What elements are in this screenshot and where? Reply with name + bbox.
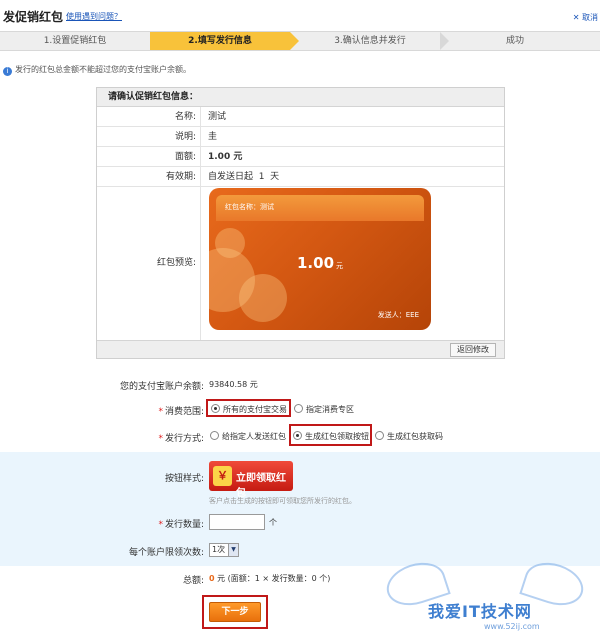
total-detail: 元 (面额：1 × 发行数量：0 个) (217, 574, 331, 583)
qty-unit: 个 (269, 518, 277, 527)
radio-icon (293, 431, 302, 440)
limit-value: 1次 (212, 545, 226, 554)
scope-option-special[interactable]: 指定消费专区 (294, 404, 354, 415)
notice-text: 发行的红包总金额不能超过您的支付宝账户余额。 (15, 65, 191, 74)
step-3: 3.确认信息并发行 (334, 36, 406, 46)
row-label: 说明: (97, 127, 201, 146)
row-label: 名称: (97, 107, 201, 126)
step-2-active: 2.填写发行信息 (150, 32, 290, 50)
row-value: 自发送日起 1 天 (208, 172, 280, 182)
info-icon: i (3, 67, 12, 76)
step-1: 1.设置促销红包 (43, 36, 107, 46)
radio-icon (294, 404, 303, 413)
confirm-heading: 请确认促销红包信息： (97, 88, 504, 107)
method-option-code[interactable]: 生成红包获取码 (375, 431, 443, 442)
row-label: 红包预览: (97, 187, 201, 340)
method-label: * 发行方式: (158, 434, 204, 444)
card-decoration (215, 228, 245, 258)
quantity-input[interactable] (209, 514, 265, 530)
help-link[interactable]: 使用遇到问题？ (66, 11, 122, 22)
page-title: 发促销红包 (3, 10, 64, 24)
back-edit-button[interactable]: 返回修改 (450, 343, 496, 357)
row-value: 1.00 元 (208, 152, 243, 162)
scope-label: * 消费范围: (158, 407, 204, 417)
row-label: 有效期: (97, 167, 201, 186)
total-value: 0 (209, 574, 215, 583)
site-watermark: 我爱IT技术网 www.52ij.com (381, 555, 600, 636)
style-hint: 客户点击生成的按钮即可领取您所发行的红包。 (209, 497, 356, 505)
highlight-box: 下一步 (202, 595, 268, 629)
watermark-url: www.52ij.com (484, 622, 540, 631)
limit-label: 每个账户限领次数: (128, 548, 204, 558)
step-4: 成功 (505, 36, 524, 46)
row-value: 测试 (208, 112, 227, 122)
style-label: 按钮样式: (164, 474, 204, 484)
title-bar: 发促销红包 使用遇到问题？ ✕ 取消 (0, 0, 600, 30)
balance-notice: i 发行的红包总金额不能超过您的支付宝账户余额。 (3, 64, 191, 76)
scope-option-all[interactable]: 所有的支付宝交易 (211, 404, 287, 415)
claim-packet-button-preview[interactable]: ￥ 立即领取红包 (209, 461, 293, 499)
card-amount: 1.00 元 (297, 254, 344, 272)
yen-icon: ￥ (213, 466, 232, 486)
balance-label: 您的支付宝账户余额: (119, 382, 204, 392)
row-value: 圭 (208, 132, 218, 142)
radio-icon (210, 431, 219, 440)
method-option-button[interactable]: 生成红包领取按钮 (293, 431, 369, 442)
red-packet-preview: 红包名称：测试 1.00 元 发送人：EEE (209, 188, 431, 330)
chevron-down-icon: ▼ (228, 544, 238, 556)
qty-label: * 发行数量: (158, 520, 204, 530)
confirm-footer: 返回修改 (97, 340, 504, 358)
cancel-link[interactable]: ✕ 取消 (573, 12, 598, 23)
next-step-button[interactable]: 下一步 (209, 602, 261, 622)
card-name: 红包名称：测试 (225, 203, 274, 211)
progress-steps: 1.设置促销红包 2.填写发行信息 3.确认信息并发行 成功 (0, 31, 600, 51)
claim-button-label: 立即领取红包 (236, 473, 286, 499)
total-label: 总额: (182, 576, 204, 586)
step-arrow (440, 32, 449, 50)
cancel-label: 取消 (582, 13, 598, 22)
radio-icon (211, 404, 220, 413)
step-arrow (290, 32, 299, 50)
info-row-validity: 有效期: 自发送日起 1 天 (97, 167, 504, 187)
info-row-desc: 说明: 圭 (97, 127, 504, 147)
row-label: 面额: (97, 147, 201, 166)
balance-value: 93840.58 元 (209, 380, 258, 389)
close-icon: ✕ (572, 13, 582, 22)
radio-icon (375, 431, 384, 440)
info-row-amount: 面额: 1.00 元 (97, 147, 504, 167)
limit-select[interactable]: 1次 ▼ (209, 543, 239, 557)
confirm-panel: 请确认促销红包信息： 名称: 测试 说明: 圭 面额: 1.00 元 有效期: … (96, 87, 505, 359)
watermark-text: 我爱IT技术网 (428, 602, 532, 621)
total-summary: 0 元 (面额：1 × 发行数量：0 个) (209, 573, 330, 584)
card-decoration (239, 274, 287, 322)
info-row-name: 名称: 测试 (97, 107, 504, 127)
method-option-send[interactable]: 给指定人发送红包 (210, 431, 286, 442)
card-sender: 发送人：EEE (377, 311, 419, 319)
